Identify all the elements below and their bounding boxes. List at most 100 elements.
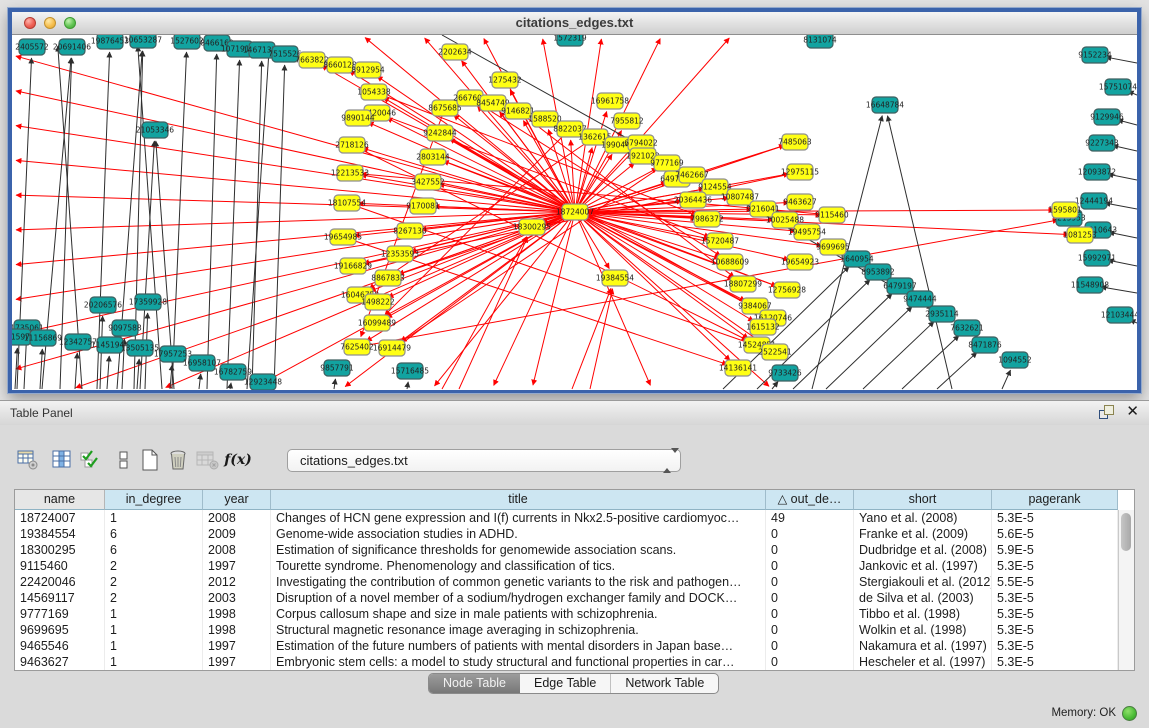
graph-node[interactable]: 11548908 [1071,277,1109,293]
column-header-short[interactable]: short [854,490,992,510]
graph-node[interactable]: 9152234 [1078,47,1112,63]
graph-node[interactable]: 15992971 [1078,250,1116,266]
table-row[interactable]: 1938455462009Genome-wide association stu… [15,526,1134,542]
graph-node[interactable]: 9857791 [320,360,354,376]
graph-node[interactable]: 19166829 [334,258,372,274]
vertical-scrollbar[interactable] [1118,510,1134,670]
graph-node[interactable]: 9097588 [108,320,142,336]
graph-node[interactable]: 1094552 [998,352,1032,368]
graph-node[interactable]: 19654923 [781,254,819,270]
tab-edge-table[interactable]: Edge Table [520,674,610,693]
graph-node[interactable]: 1081253 [1063,227,1097,243]
graph-node[interactable]: 9115460 [815,207,849,223]
function-builder-icon[interactable]: f(x) [226,447,250,473]
graph-node[interactable]: 12103444 [1101,307,1137,323]
graph-node[interactable]: 7625402 [340,339,374,355]
graph-node[interactable]: 8912954 [351,62,385,78]
graph-node[interactable]: 19654985 [324,229,362,245]
graph-node[interactable]: 8131074 [803,35,837,48]
graph-node[interactable]: 9129946 [1090,109,1124,125]
column-header-out_de[interactable]: △ out_de… [766,490,854,510]
column-header-pagerank[interactable]: pagerank [992,490,1118,510]
graph-node[interactable]: 1527602 [170,35,204,49]
graph-node[interactable]: 18107554 [328,195,366,211]
table-selector-dropdown[interactable]: citations_edges.txt [287,449,681,472]
graph-node[interactable]: 15751074 [1099,79,1137,95]
table-row[interactable]: 2242004622012Investigating the contribut… [15,574,1134,590]
table-body: 1872400712008Changes of HCN gene express… [15,510,1134,670]
graph-node[interactable]: 9227343 [1085,135,1119,151]
graph-node[interactable]: 16914479 [373,340,411,356]
graph-node[interactable]: 9699695 [816,239,850,255]
graph-node[interactable]: 15720487 [701,233,739,249]
table-row[interactable]: 977716911998Corpus callosum shape and si… [15,606,1134,622]
graph-node[interactable]: 2935114 [925,306,959,322]
graph-node[interactable]: 2405572 [15,39,49,55]
graph-node[interactable]: 7485063 [778,134,812,150]
graph-node[interactable]: 20206576 [84,297,122,313]
graph-node[interactable]: 12093872 [1078,164,1116,180]
graph-node[interactable]: 9463627 [783,194,817,210]
graph-node[interactable]: 8267130 [393,223,427,239]
graph-node[interactable]: 2803144 [416,149,450,165]
float-panel-icon[interactable] [1099,405,1114,419]
graph-node[interactable]: 1498222 [361,294,395,310]
graph-node[interactable]: 1572319 [553,35,587,46]
graph-node[interactable]: 18300295 [513,219,551,235]
close-panel-icon[interactable]: ✕ [1126,405,1139,419]
table-row[interactable]: 1456911722003Disruption of a novel membe… [15,590,1134,606]
select-columns-icon[interactable] [78,447,102,473]
graph-node[interactable]: 9890144 [341,110,375,126]
graph-node[interactable]: 9474444 [903,291,937,307]
graph-node[interactable]: 12756928 [768,282,806,298]
graph-node[interactable]: 1615132 [746,319,780,335]
graph-node[interactable]: 1595801 [1048,202,1082,218]
graph-node[interactable]: 9170081 [406,198,440,214]
table-row[interactable]: 1830029562008Estimation of significance … [15,542,1134,558]
graph-node[interactable]: 10688609 [711,254,749,270]
table-row[interactable]: 946554611997Estimation of the future num… [15,638,1134,654]
graph-node[interactable]: 17359928 [129,294,167,310]
table-row[interactable]: 969969511998Structural magnetic resonanc… [15,622,1134,638]
table-settings-icon[interactable] [16,447,40,473]
column-header-in_degree[interactable]: in_degree [105,490,203,510]
graph-node[interactable]: 16961758 [591,93,629,109]
show-columns-icon[interactable] [50,447,74,473]
graph-node[interactable]: 1054338 [357,84,391,100]
graph-node[interactable]: 2718126 [335,137,369,153]
row-mode-icon[interactable] [112,447,136,473]
column-header-name[interactable]: name [15,490,105,510]
graph-node[interactable]: 3427552 [411,174,445,190]
graph-node[interactable]: 16648784 [866,97,904,113]
graph-node[interactable]: 12353593 [381,246,419,262]
graph-node[interactable]: 8867833 [371,270,405,286]
graph-node[interactable]: 14136141 [719,360,757,376]
column-header-year[interactable]: year [203,490,271,510]
graph-node[interactable]: 9242844 [423,125,457,141]
graph-node[interactable]: 10653287 [124,35,162,48]
graph-node[interactable]: 2202634 [438,44,472,60]
graph-node[interactable]: 7955812 [610,113,644,129]
table-row[interactable]: 1872400712008Changes of HCN gene express… [15,510,1134,526]
graph-node[interactable]: 1275432 [488,72,522,88]
tab-network-table[interactable]: Network Table [610,674,718,693]
delete-table-icon[interactable] [195,447,219,473]
delete-rows-trash-icon[interactable] [166,447,190,473]
network-canvas[interactable]: 2405572206914061987645310653287152760284… [12,35,1137,390]
graph-node[interactable]: 12213533 [331,165,369,181]
graph-node[interactable]: 9777169 [650,155,684,171]
graph-node[interactable]: 8471876 [968,337,1002,353]
table-row[interactable]: 946362711997Embryonic stem cells: a mode… [15,654,1134,670]
table-row[interactable]: 911546021997Tourette syndrome. Phenomeno… [15,558,1134,574]
graph-node[interactable]: 7986372 [690,211,724,227]
graph-node[interactable]: 15716485 [391,363,429,379]
graph-node[interactable]: 12975115 [781,164,819,180]
graph-node[interactable]: 7632621 [950,320,984,336]
window-titlebar[interactable]: citations_edges.txt [12,12,1137,35]
scrollbar-thumb[interactable] [1121,513,1131,551]
graph-node[interactable]: 2522541 [758,344,792,360]
new-table-icon[interactable] [138,447,162,473]
graph-node[interactable]: 9733426 [768,365,802,381]
column-header-title[interactable]: title [271,490,766,510]
tab-node-table[interactable]: Node Table [429,674,520,693]
